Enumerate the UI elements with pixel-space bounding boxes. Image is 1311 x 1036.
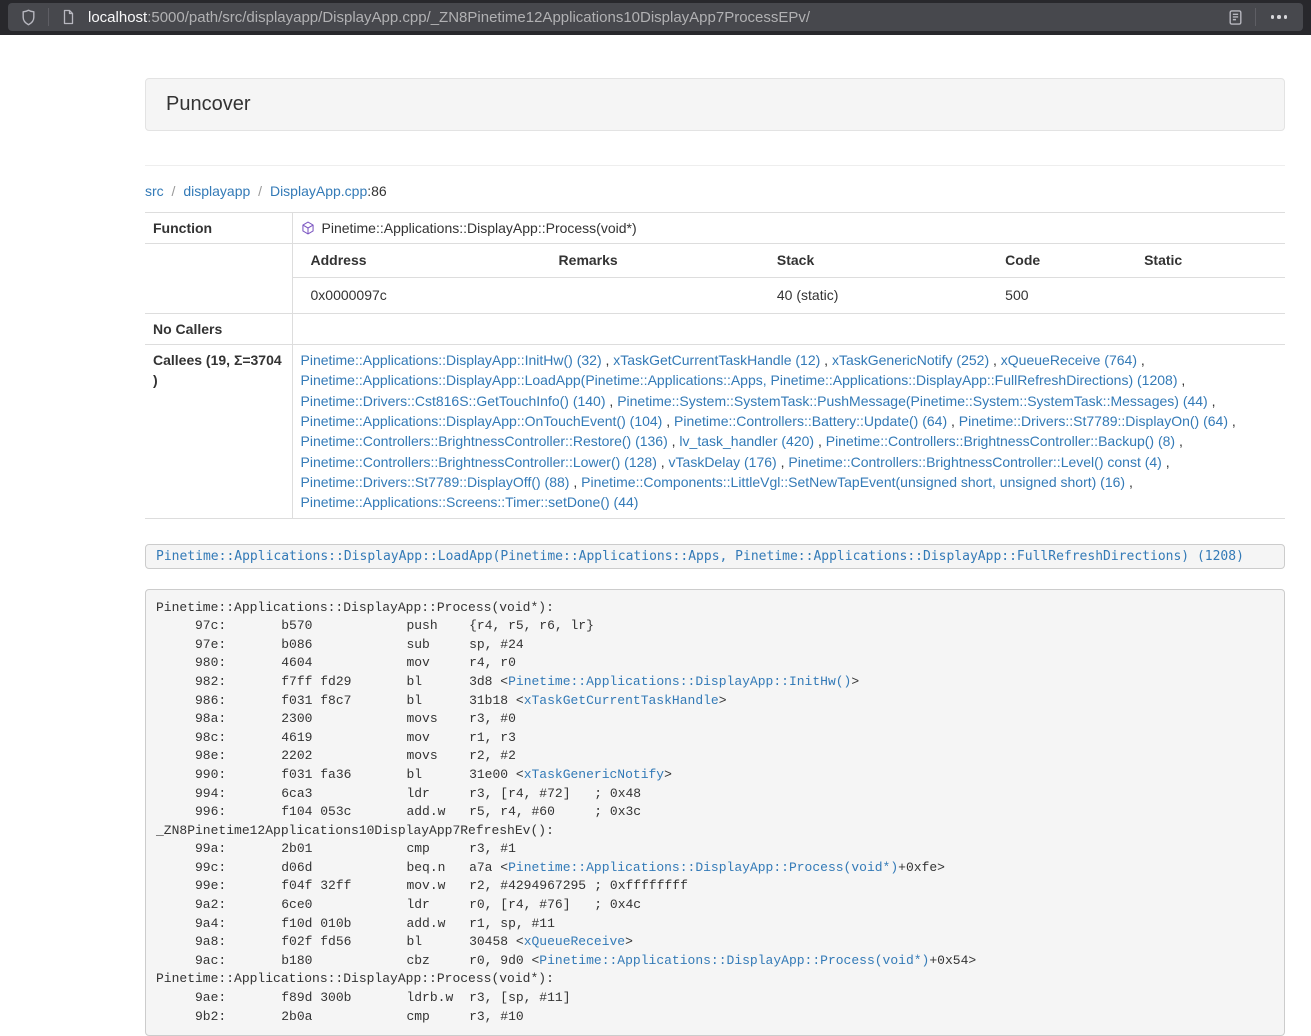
list-separator: , <box>1162 454 1170 470</box>
toolbar-divider <box>1255 8 1256 26</box>
app-brand[interactable]: Puncover <box>145 78 1285 131</box>
page-actions-menu-icon[interactable] <box>1265 15 1294 19</box>
url-path: :5000/path/src/displayapp/DisplayApp.cpp… <box>147 9 810 26</box>
callee-link[interactable]: Pinetime::Drivers::St7789::DisplayOn() (… <box>959 413 1228 429</box>
col-header-code: Code <box>997 244 1136 277</box>
stack-value: 40 (static) <box>769 277 997 313</box>
metrics-row: 0x0000097c 40 (static) 500 <box>293 277 1286 313</box>
callee-link[interactable]: xTaskGetCurrentTaskHandle (12) <box>613 352 820 368</box>
callee-link[interactable]: Pinetime::Drivers::Cst816S::GetTouchInfo… <box>301 393 606 409</box>
callee-link[interactable]: vTaskDelay (176) <box>669 454 777 470</box>
function-signature: Pinetime::Applications::DisplayApp::Proc… <box>322 218 637 238</box>
address-value: 0x0000097c <box>293 277 551 313</box>
callee-link[interactable]: Pinetime::Applications::DisplayApp::Init… <box>301 352 602 368</box>
function-details-table: Function Pinetime::Applications::Display… <box>145 212 1285 519</box>
code-symbol-link[interactable]: Pinetime::Applications::DisplayApp::Proc… <box>539 953 929 968</box>
disassembly-code: Pinetime::Applications::DisplayApp::Proc… <box>156 600 976 1024</box>
callee-link[interactable]: xTaskGenericNotify (252) <box>832 352 989 368</box>
code-size-value: 500 <box>997 277 1136 313</box>
page-info-icon[interactable] <box>58 9 78 25</box>
col-header-static: Static <box>1136 244 1285 277</box>
reader-mode-icon[interactable] <box>1225 9 1246 26</box>
callee-link[interactable]: Pinetime::Controllers::Battery::Update()… <box>674 413 947 429</box>
callee-link[interactable]: Pinetime::Drivers::St7789::DisplayOff() … <box>301 474 570 490</box>
metrics-table: Address Remarks Stack Code Static 0x0000… <box>293 244 1286 313</box>
breadcrumb-link[interactable]: src <box>145 183 164 199</box>
callee-link[interactable]: Pinetime::Applications::Screens::Timer::… <box>301 494 639 510</box>
col-header-address: Address <box>293 244 551 277</box>
code-symbol-link[interactable]: Pinetime::Applications::DisplayApp::Proc… <box>508 860 898 875</box>
divider <box>145 165 1285 166</box>
code-symbol-link[interactable]: xTaskGenericNotify <box>524 767 664 782</box>
highlighted-callee-box: Pinetime::Applications::DisplayApp::Load… <box>145 544 1285 569</box>
callee-link[interactable]: lv_task_handler (420) <box>679 433 814 449</box>
breadcrumb: src / displayapp / DisplayApp.cpp:86 <box>145 183 1285 199</box>
list-separator: , <box>602 352 614 368</box>
code-symbol-link[interactable]: xQueueReceive <box>524 934 625 949</box>
callee-link[interactable]: Pinetime::Controllers::BrightnessControl… <box>788 454 1161 470</box>
list-separator: , <box>947 413 959 429</box>
toolbar-divider <box>48 8 49 26</box>
table-row-metrics: Address Remarks Stack Code Static 0x0000… <box>145 244 1285 314</box>
url-bar[interactable]: localhost:5000/path/src/displayapp/Displ… <box>8 3 1303 31</box>
function-row-label: Function <box>145 213 292 244</box>
list-separator: , <box>1125 474 1133 490</box>
breadcrumb-line-number: :86 <box>367 183 386 199</box>
list-separator: , <box>820 352 832 368</box>
list-separator: , <box>668 433 680 449</box>
code-symbol-link[interactable]: Pinetime::Applications::DisplayApp::Init… <box>508 674 851 689</box>
breadcrumb-separator: / <box>164 183 184 199</box>
list-separator: , <box>814 433 826 449</box>
col-header-remarks: Remarks <box>551 244 769 277</box>
tracking-protection-shield-icon[interactable] <box>18 9 39 26</box>
table-row-callers: No Callers <box>145 313 1285 344</box>
list-separator: , <box>662 413 674 429</box>
callee-link[interactable]: Pinetime::Applications::DisplayApp::OnTo… <box>301 413 663 429</box>
list-separator: , <box>777 454 789 470</box>
list-separator: , <box>989 352 1001 368</box>
code-symbol-link[interactable]: xTaskGetCurrentTaskHandle <box>524 693 719 708</box>
callee-link[interactable]: Pinetime::Components::LittleVgl::SetNewT… <box>581 474 1125 490</box>
list-separator: , <box>569 474 581 490</box>
list-separator: , <box>1175 433 1183 449</box>
no-callers-label: No Callers <box>145 313 292 344</box>
callees-label: Callees (19, Σ=3704 ) <box>145 345 292 518</box>
remarks-value <box>551 277 769 313</box>
url-hostname: localhost <box>88 9 147 26</box>
highlighted-callee-link[interactable]: Pinetime::Applications::DisplayApp::Load… <box>156 549 1244 564</box>
callee-link[interactable]: Pinetime::Controllers::BrightnessControl… <box>301 433 668 449</box>
list-separator: , <box>657 454 669 470</box>
static-value <box>1136 277 1285 313</box>
symbol-cube-icon <box>301 221 315 235</box>
col-header-stack: Stack <box>769 244 997 277</box>
list-separator: , <box>606 393 618 409</box>
breadcrumb-link[interactable]: displayapp <box>183 183 250 199</box>
callee-link[interactable]: Pinetime::Controllers::BrightnessControl… <box>826 433 1175 449</box>
breadcrumb-separator: / <box>250 183 270 199</box>
disassembly-block: Pinetime::Applications::DisplayApp::Proc… <box>145 589 1285 1036</box>
list-separator: , <box>1137 352 1145 368</box>
list-separator: , <box>1228 413 1236 429</box>
callee-link[interactable]: Pinetime::Applications::DisplayApp::Load… <box>301 372 1178 388</box>
callee-link[interactable]: xQueueReceive (764) <box>1001 352 1137 368</box>
list-separator: , <box>1208 393 1216 409</box>
callee-link[interactable]: Pinetime::System::SystemTask::PushMessag… <box>617 393 1208 409</box>
table-row-function: Function Pinetime::Applications::Display… <box>145 213 1285 244</box>
url-text[interactable]: localhost:5000/path/src/displayapp/Displ… <box>88 9 1225 26</box>
list-separator: , <box>1177 372 1185 388</box>
callees-list: Pinetime::Applications::DisplayApp::Init… <box>292 345 1285 518</box>
table-row-callees: Callees (19, Σ=3704 ) Pinetime::Applicat… <box>145 345 1285 518</box>
breadcrumb-link[interactable]: DisplayApp.cpp <box>270 183 367 199</box>
browser-toolbar: localhost:5000/path/src/displayapp/Displ… <box>0 0 1311 35</box>
callee-link[interactable]: Pinetime::Controllers::BrightnessControl… <box>301 454 657 470</box>
page-container: Puncover src / displayapp / DisplayApp.c… <box>145 78 1285 1036</box>
